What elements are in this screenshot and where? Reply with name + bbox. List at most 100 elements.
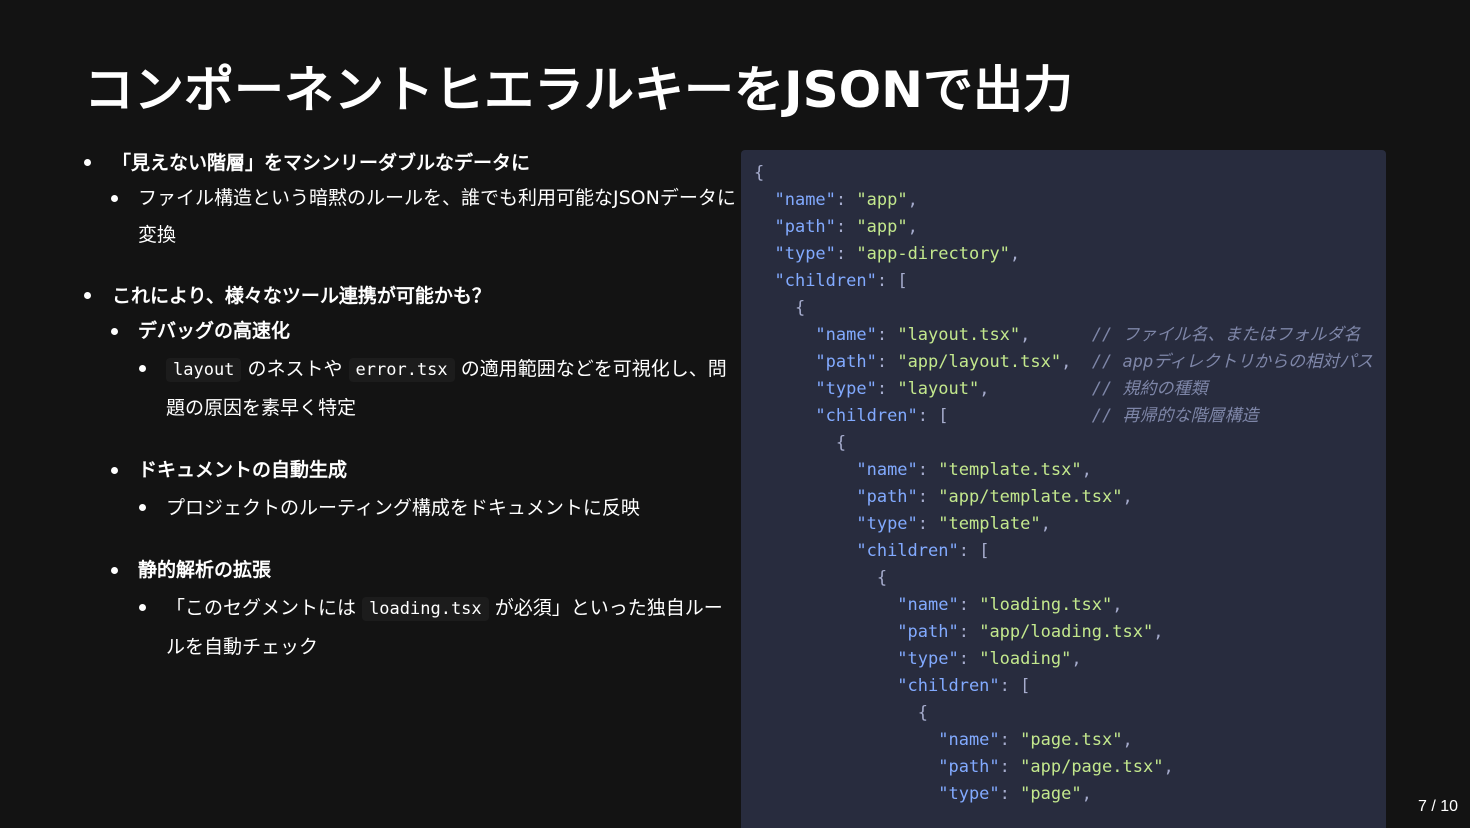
code-line: "name": "layout.tsx", // ファイル名、またはフォルダ名	[754, 322, 1373, 349]
code-punctuation: ,	[1122, 730, 1133, 750]
code-comment: // 再帰的な階層構造	[1091, 406, 1259, 426]
code-line: {	[754, 700, 1373, 727]
code-punctuation: {	[917, 703, 929, 723]
code-string: "app"	[856, 190, 908, 210]
code-punctuation: ,	[1163, 757, 1174, 777]
sub-bullet-docs: ドキュメントの自動生成	[78, 452, 738, 489]
code-line: "children": [	[754, 538, 1373, 565]
code-punctuation: :	[835, 244, 857, 264]
code-string: "loading"	[979, 649, 1072, 669]
code-comment: // ファイル名、またはフォルダ名	[1091, 325, 1361, 345]
bullet-dot	[84, 159, 91, 166]
detail-text: プロジェクトのルーティング構成をドキュメントに反映	[166, 497, 640, 519]
code-line: "type": "loading",	[754, 646, 1373, 673]
code-punctuation: :	[835, 217, 857, 237]
code-punctuation: {	[754, 163, 765, 183]
code-key: "children"	[897, 676, 1000, 696]
code-string: "template"	[938, 514, 1041, 534]
code-line: "path": "app/template.tsx",	[754, 484, 1373, 511]
code-key: "name"	[815, 325, 877, 345]
code-punctuation: :	[876, 379, 898, 399]
sub-bullet-debug: デバッグの高速化	[78, 313, 738, 350]
code-line: {	[754, 430, 1373, 457]
detail-text: のネストや	[247, 358, 343, 380]
code-key: "type"	[815, 379, 877, 399]
code-punctuation: :	[876, 352, 898, 372]
code-punctuation: :	[999, 784, 1021, 804]
code-punctuation: ,	[1071, 649, 1082, 669]
page-indicator: 7 / 10	[1417, 798, 1458, 815]
code-punctuation: :	[958, 649, 980, 669]
code-punctuation: ,	[1122, 487, 1133, 507]
code-line: "path": "app/page.tsx",	[754, 754, 1373, 781]
code-string: "app/page.tsx"	[1020, 757, 1164, 777]
code-punctuation: ,	[1081, 460, 1092, 480]
code-punctuation: ,	[1061, 352, 1092, 372]
code-line: "name": "loading.tsx",	[754, 592, 1373, 619]
code-string: "template.tsx"	[938, 460, 1082, 480]
inline-code-layout: layout	[166, 358, 242, 382]
code-key: "path"	[856, 487, 918, 507]
code-punctuation: ,	[1040, 514, 1051, 534]
bullet-machine-readable: 「見えない階層」をマシンリーダブルなデータに	[78, 146, 738, 180]
bullet-tool-integration: これにより、様々なツール連携が可能かも？	[78, 279, 738, 313]
bullet-list: 「見えない階層」をマシンリーダブルなデータに ファイル構造という暗黙のルールを、…	[78, 146, 738, 666]
code-punctuation: :	[876, 325, 898, 345]
code-line: "type": "layout", // 規約の種類	[754, 376, 1373, 403]
code-punctuation: :	[958, 622, 980, 642]
code-key: "path"	[938, 757, 1000, 777]
detail-debug: layout のネストや error.tsx の適用範囲などを可視化し、問題の原…	[78, 350, 738, 427]
code-punctuation: ,	[907, 217, 918, 237]
code-punctuation: : [	[876, 271, 908, 291]
bullet-text: ドキュメントの自動生成	[138, 459, 348, 481]
bullet-text: 静的解析の拡張	[138, 559, 272, 581]
code-string: "loading.tsx"	[979, 595, 1113, 615]
bullet-text: デバッグの高速化	[138, 320, 291, 342]
code-line: {	[754, 160, 1373, 187]
sub-bullet-file-structure: ファイル構造という暗黙のルールを、誰でも利用可能なJSONデータに変換	[78, 180, 738, 254]
code-punctuation: :	[835, 190, 857, 210]
detail-text: 「このセグメントには	[166, 597, 357, 619]
code-key: "name"	[856, 460, 918, 480]
bullet-text: 「見えない階層」をマシンリーダブルなデータに	[112, 152, 531, 174]
code-punctuation: ,	[1020, 325, 1092, 345]
code-string: "page"	[1020, 784, 1082, 804]
code-string: "app/template.tsx"	[938, 487, 1123, 507]
code-key: "name"	[938, 730, 1000, 750]
code-key: "children"	[774, 271, 877, 291]
bullet-dot	[139, 604, 146, 611]
code-punctuation: ,	[907, 190, 918, 210]
code-line: "children": [ // 再帰的な階層構造	[754, 403, 1373, 430]
inline-code-loading-tsx: loading.tsx	[362, 597, 489, 621]
bullet-dot	[84, 292, 91, 299]
code-punctuation: : [	[917, 406, 1092, 426]
code-line: "type": "page",	[754, 781, 1373, 808]
code-key: "path"	[897, 622, 959, 642]
code-punctuation: :	[999, 730, 1021, 750]
code-punctuation: :	[958, 595, 980, 615]
json-code-panel[interactable]: { "name": "app", "path": "app", "type": …	[741, 150, 1386, 828]
code-punctuation: ,	[1009, 244, 1021, 264]
code-punctuation: ,	[1081, 784, 1092, 804]
bullet-dot	[139, 504, 146, 511]
bullet-dot	[139, 365, 146, 372]
code-punctuation: :	[999, 757, 1021, 777]
code-line: "children": [	[754, 673, 1373, 700]
code-punctuation: {	[876, 568, 888, 588]
code-key: "type"	[856, 514, 918, 534]
slide-title: コンポーネントヒエラルキーをJSONで出力	[84, 61, 1073, 119]
